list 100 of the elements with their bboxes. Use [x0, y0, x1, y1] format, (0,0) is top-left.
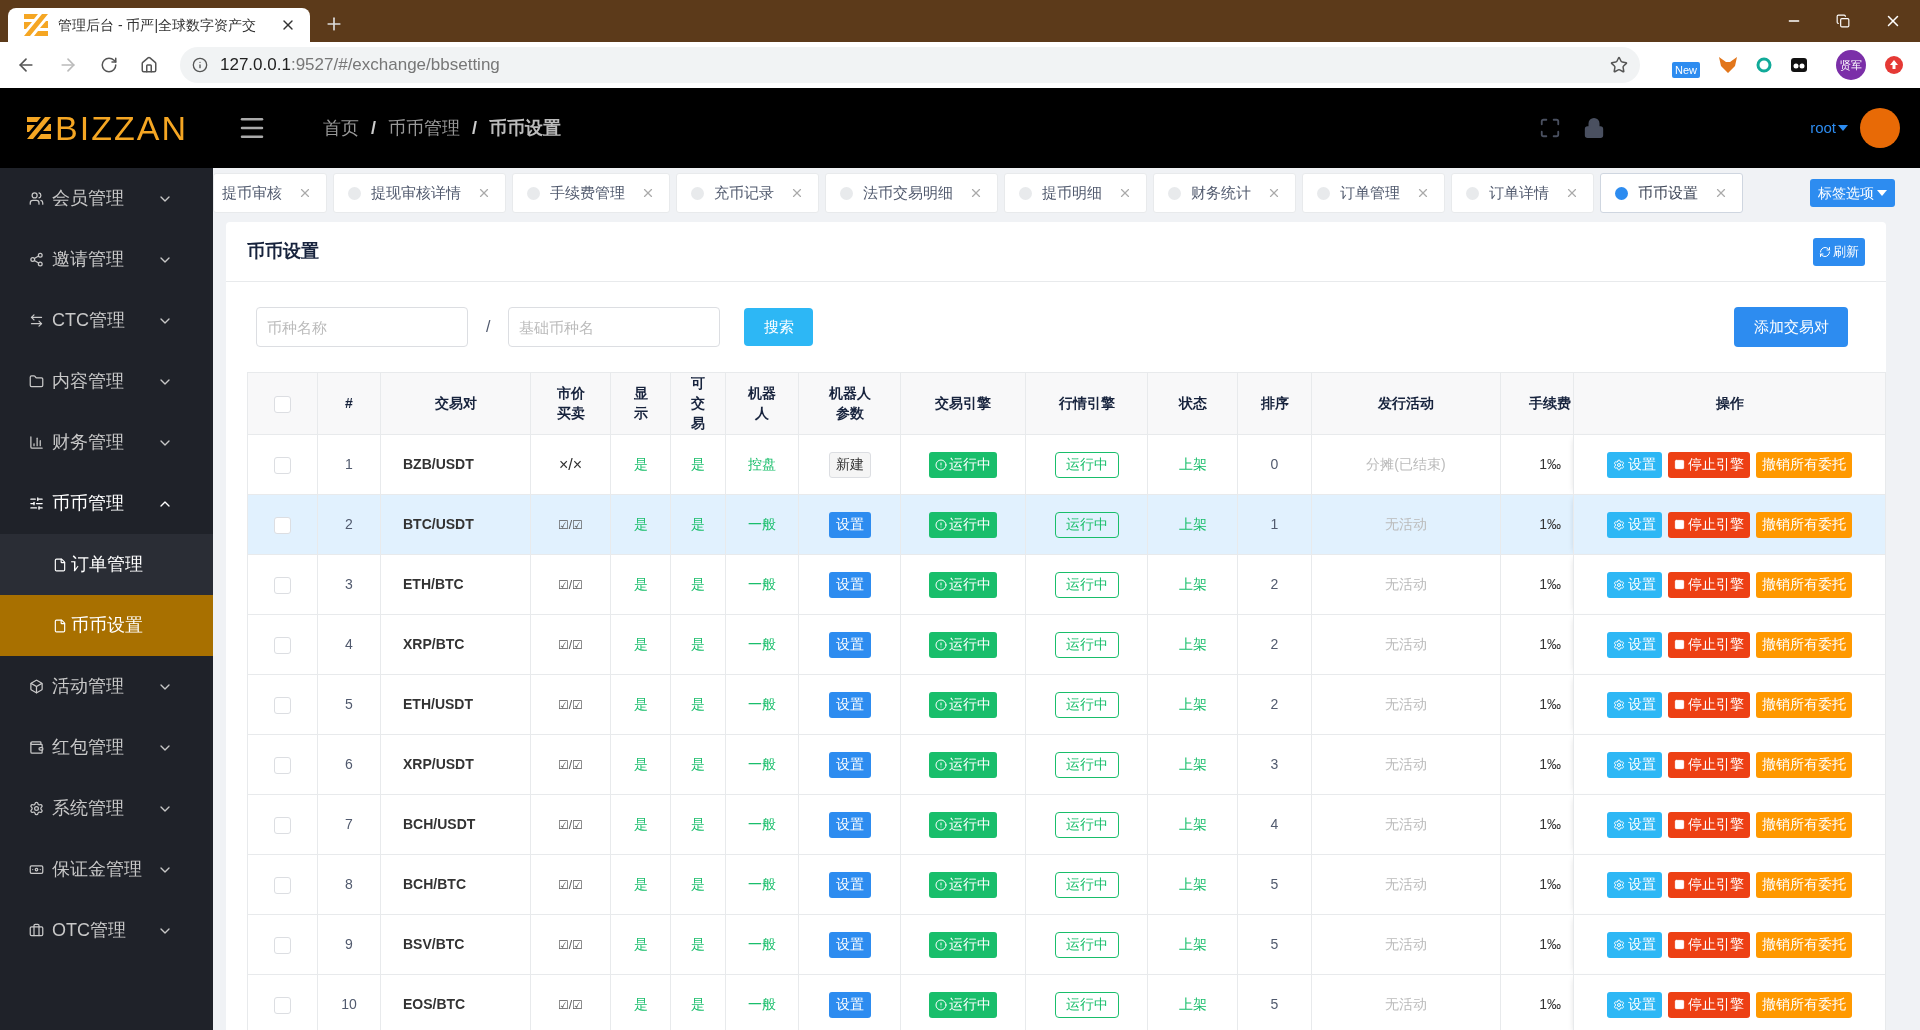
ring-icon[interactable] — [1756, 57, 1772, 73]
user-avatar[interactable] — [1860, 108, 1900, 148]
upload-icon[interactable] — [1884, 55, 1904, 75]
cancel-orders-button[interactable]: 撤销所有委托 — [1756, 571, 1852, 598]
cancel-orders-button[interactable]: 撤销所有委托 — [1756, 751, 1852, 778]
breadcrumb-item[interactable]: 首页 — [323, 114, 359, 142]
restore-icon[interactable] — [1836, 14, 1850, 28]
address-bar[interactable]: 127.0.0.1:9527/#/exchange/bbsetting — [180, 47, 1640, 83]
page-tag[interactable]: 订单管理 — [1302, 173, 1445, 213]
cancel-orders-button[interactable]: 撤销所有委托 — [1756, 631, 1852, 658]
row-checkbox[interactable] — [274, 936, 291, 954]
table-row[interactable]: 5 ETH/USDT ☑/☑ 是 是 一般 设置 运行中 运行中 上架 2 无活动 1‰ 设置 停止引擎 撤销所有委托 — [247, 674, 1886, 735]
row-checkbox[interactable] — [274, 456, 291, 474]
row-checkbox[interactable] — [274, 576, 291, 594]
row-checkbox[interactable] — [274, 636, 291, 654]
stop-engine-button[interactable]: 停止引擎 — [1668, 691, 1750, 718]
table-row[interactable]: 3 ETH/BTC ☑/☑ 是 是 一般 设置 运行中 运行中 上架 2 无活动 1‰ 设置 停止引擎 撤销所有委托 — [247, 554, 1886, 615]
table-row[interactable]: 8 BCH/BTC ☑/☑ 是 是 一般 设置 运行中 运行中 上架 5 无活动 1‰ 设置 停止引擎 撤销所有委托 — [247, 854, 1886, 915]
settings-button[interactable]: 设置 — [1607, 571, 1662, 598]
submenu-item[interactable]: 币币设置 — [0, 595, 213, 656]
lock-icon[interactable] — [1583, 117, 1606, 139]
stop-engine-button[interactable]: 停止引擎 — [1668, 991, 1750, 1018]
page-tag[interactable]: 币币设置 — [1600, 173, 1743, 213]
row-checkbox[interactable] — [274, 756, 291, 774]
cancel-orders-button[interactable]: 撤销所有委托 — [1756, 811, 1852, 838]
page-tag[interactable]: 订单详情 — [1451, 173, 1594, 213]
row-checkbox[interactable] — [274, 996, 291, 1014]
page-tag[interactable]: 充币记录 — [676, 173, 819, 213]
settings-button[interactable]: 设置 — [1607, 691, 1662, 718]
extension-icon[interactable] — [1790, 56, 1808, 74]
table-row[interactable]: 10 EOS/BTC ☑/☑ 是 是 一般 设置 运行中 运行中 上架 5 无活动 1‰ 设置 停止引擎 撤销所有委托 — [247, 974, 1886, 1030]
base-coin-field[interactable]: 基础币种名 — [508, 307, 721, 347]
table-row[interactable]: 9 BSV/BTC ☑/☑ 是 是 一般 设置 运行中 运行中 上架 5 无活动 1‰ 设置 停止引擎 撤销所有委托 — [247, 914, 1886, 975]
table-row[interactable]: 2 BTC/USDT ☑/☑ 是 是 一般 设置 运行中 运行中 上架 1 无活动 1‰ 设置 停止引擎 撤销所有委托 — [247, 494, 1886, 555]
bookmark-star-icon[interactable] — [1610, 56, 1628, 74]
stop-engine-button[interactable]: 停止引擎 — [1668, 871, 1750, 898]
robot-settings-button[interactable]: 设置 — [828, 811, 871, 838]
user-menu[interactable]: root — [1810, 116, 1848, 140]
stop-engine-button[interactable]: 停止引擎 — [1668, 931, 1750, 958]
robot-settings-button[interactable]: 设置 — [828, 511, 871, 538]
sidebar-item[interactable]: 内容管理 — [0, 351, 213, 412]
breadcrumb-item[interactable]: 币币管理 — [388, 114, 460, 142]
cancel-orders-button[interactable]: 撤销所有委托 — [1756, 871, 1852, 898]
table-row[interactable]: 1 BZB/USDT ×/× 是 是 控盘 新建 运行中 运行中 上架 0 分摊(已结束) 1‰ 设置 停止引擎 撤销所有委托 — [247, 434, 1886, 495]
page-tag[interactable]: 手续费管理 — [512, 173, 670, 213]
sidebar-item[interactable]: OTC管理 — [0, 900, 213, 961]
sidebar-item[interactable]: 红包管理 — [0, 717, 213, 778]
cancel-orders-button[interactable]: 撤销所有委托 — [1756, 451, 1852, 478]
sidebar-item[interactable]: 会员管理 — [0, 168, 213, 229]
stop-engine-button[interactable]: 停止引擎 — [1668, 451, 1750, 478]
cancel-orders-button[interactable]: 撤销所有委托 — [1756, 931, 1852, 958]
robot-settings-button[interactable]: 设置 — [828, 571, 871, 598]
new-robot-button[interactable]: 新建 — [828, 451, 871, 478]
browser-tab[interactable]: 管理后台 - 币严|全球数字资产交 — [8, 8, 310, 42]
home-icon[interactable] — [140, 56, 158, 74]
search-button[interactable]: 搜索 — [744, 308, 814, 346]
stop-engine-button[interactable]: 停止引擎 — [1668, 571, 1750, 598]
stop-engine-button[interactable]: 停止引擎 — [1668, 811, 1750, 838]
cancel-orders-button[interactable]: 撤销所有委托 — [1756, 511, 1852, 538]
settings-button[interactable]: 设置 — [1607, 511, 1662, 538]
page-tag[interactable]: 财务统计 — [1153, 173, 1296, 213]
extension-badge[interactable]: New — [1672, 62, 1700, 78]
submenu-item[interactable]: 订单管理 — [0, 534, 213, 595]
row-checkbox[interactable] — [274, 696, 291, 714]
sidebar-item[interactable]: 保证金管理 — [0, 839, 213, 900]
table-row[interactable]: 6 XRP/USDT ☑/☑ 是 是 一般 设置 运行中 运行中 上架 3 无活动 1‰ 设置 停止引擎 撤销所有委托 — [247, 734, 1886, 795]
robot-settings-button[interactable]: 设置 — [828, 871, 871, 898]
tag-options-button[interactable]: 标签选项 — [1810, 179, 1895, 207]
robot-settings-button[interactable]: 设置 — [828, 691, 871, 718]
settings-button[interactable]: 设置 — [1607, 931, 1662, 958]
page-tag[interactable]: 提币明细 — [1004, 173, 1147, 213]
settings-button[interactable]: 设置 — [1607, 871, 1662, 898]
stop-engine-button[interactable]: 停止引擎 — [1668, 631, 1750, 658]
page-tag[interactable]: 提币审核 — [213, 173, 327, 213]
settings-button[interactable]: 设置 — [1607, 451, 1662, 478]
add-pair-button[interactable]: 添加交易对 — [1734, 307, 1848, 347]
cancel-orders-button[interactable]: 撤销所有委托 — [1756, 991, 1852, 1018]
settings-button[interactable]: 设置 — [1607, 991, 1662, 1018]
stop-engine-button[interactable]: 停止引擎 — [1668, 751, 1750, 778]
cancel-orders-button[interactable]: 撤销所有委托 — [1756, 691, 1852, 718]
settings-button[interactable]: 设置 — [1607, 751, 1662, 778]
row-checkbox[interactable] — [274, 516, 291, 534]
select-all-checkbox[interactable] — [274, 395, 291, 413]
table-row[interactable]: 7 BCH/USDT ☑/☑ 是 是 一般 设置 运行中 运行中 上架 4 无活动 1‰ 设置 停止引擎 撤销所有委托 — [247, 794, 1886, 855]
sidebar-item[interactable]: 邀请管理 — [0, 229, 213, 290]
page-tag[interactable]: 提现审核详情 — [333, 173, 506, 213]
sidebar-item[interactable]: CTC管理 — [0, 290, 213, 351]
fox-icon[interactable] — [1718, 56, 1738, 74]
row-checkbox[interactable] — [274, 816, 291, 834]
fullscreen-icon[interactable] — [1539, 117, 1562, 139]
settings-button[interactable]: 设置 — [1607, 811, 1662, 838]
robot-settings-button[interactable]: 设置 — [828, 631, 871, 658]
robot-settings-button[interactable]: 设置 — [828, 991, 871, 1018]
sidebar-item[interactable]: 财务管理 — [0, 412, 213, 473]
stop-engine-button[interactable]: 停止引擎 — [1668, 511, 1750, 538]
coin-name-field[interactable]: 币种名称 — [256, 307, 468, 347]
sidebar-item[interactable]: 币币管理 — [0, 473, 213, 534]
settings-button[interactable]: 设置 — [1607, 631, 1662, 658]
sidebar-item[interactable]: 活动管理 — [0, 656, 213, 717]
refresh-button[interactable]: 刷新 — [1813, 237, 1865, 266]
